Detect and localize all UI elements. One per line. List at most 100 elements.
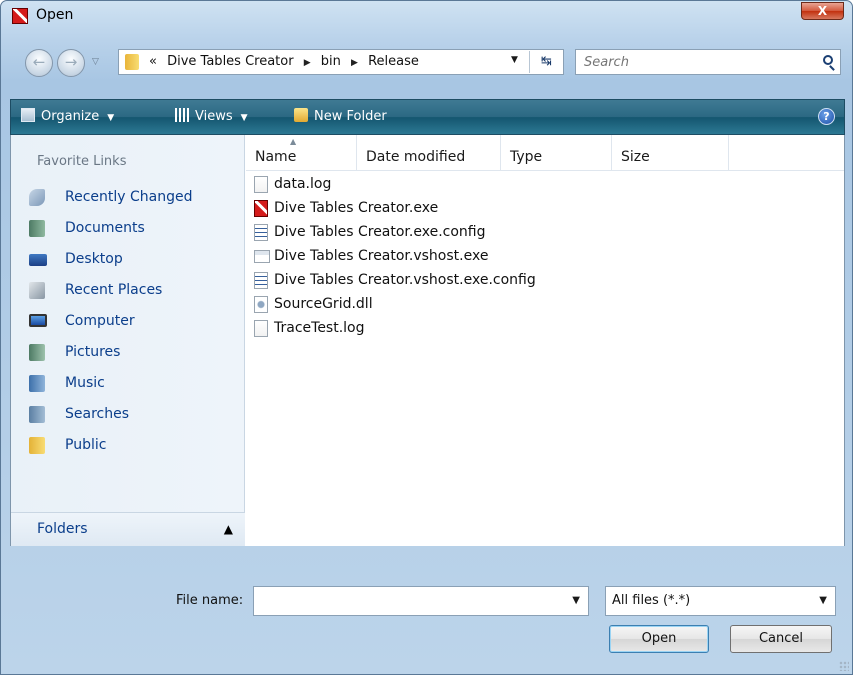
address-dropdown-icon[interactable]: ▼ [511,55,518,65]
breadcrumb-item[interactable]: Release [368,54,419,69]
file-item[interactable]: data.log [252,173,832,197]
views-label: Views [195,109,233,124]
breadcrumb-overflow[interactable]: « [149,54,157,69]
app-icon [12,8,28,24]
desktop-icon [29,254,47,266]
documents-icon [29,220,45,237]
file-list-pane: ▲ Name Date modified Type Size data.log … [246,135,844,546]
recent-places-icon [29,282,45,299]
nav-item-label: Searches [65,406,130,422]
navigation-pane: Favorite Links Recently Changed Document… [11,135,245,546]
file-type-value: All files (*.*) [612,593,691,608]
breadcrumb: « Dive Tables Creator ▶ bin ▶ Release [149,54,419,69]
title-bar: Open X [1,1,852,31]
file-item[interactable]: TraceTest.log [252,317,832,341]
views-button[interactable]: Views ▼ [175,108,248,124]
file-name-label: File name: [176,593,244,608]
chevron-down-icon: ▼ [107,113,115,123]
chevron-down-icon[interactable]: ▼ [819,595,827,606]
nav-item-recent-places[interactable]: Recent Places [29,280,239,311]
nav-item-recently-changed[interactable]: Recently Changed [29,187,239,218]
config-file-icon [254,272,268,289]
column-header-size[interactable]: Size [612,135,729,171]
breadcrumb-separator-icon[interactable]: ▶ [304,58,311,68]
folders-toggle-bar[interactable]: Folders ▲ [11,512,245,546]
dialog-content: Favorite Links Recently Changed Document… [10,135,845,546]
help-icon[interactable]: ? [818,108,835,125]
nav-item-label: Computer [65,313,135,329]
breadcrumb-item[interactable]: Dive Tables Creator [167,54,293,69]
search-box[interactable] [575,49,841,75]
favorite-links-list: Recently Changed Documents Desktop Recen… [29,187,239,466]
file-name: Dive Tables Creator.vshost.exe.config [274,272,536,288]
command-bar: Organize ▼ Views ▼ New Folder ? [10,99,845,135]
nav-item-label: Public [65,437,107,453]
vshost-exe-icon [254,250,270,263]
new-folder-button[interactable]: New Folder [294,108,387,124]
nav-item-desktop[interactable]: Desktop [29,249,239,280]
column-header-name[interactable]: ▲ Name [246,135,357,171]
file-item[interactable]: Dive Tables Creator.exe [252,197,832,221]
refresh-button[interactable]: ↹ [529,51,563,73]
folders-label: Folders [37,521,88,537]
file-name-combobox[interactable]: ▼ [253,586,589,616]
nav-item-label: Recently Changed [65,189,193,205]
column-header-label: Name [255,149,297,165]
new-folder-label: New Folder [314,109,387,124]
file-type-select[interactable]: All files (*.*) ▼ [605,586,836,616]
sort-ascending-icon: ▲ [290,137,297,146]
breadcrumb-item[interactable]: bin [321,54,341,69]
computer-icon [29,314,47,327]
recent-pages-dropdown-icon[interactable]: ▽ [92,57,99,67]
column-header-date-modified[interactable]: Date modified [357,135,501,171]
breadcrumb-separator-icon[interactable]: ▶ [351,58,358,68]
cancel-button[interactable]: Cancel [730,625,832,653]
file-item[interactable]: Dive Tables Creator.vshost.exe [252,245,832,269]
views-icon [175,108,189,122]
nav-item-pictures[interactable]: Pictures [29,342,239,373]
file-name: data.log [274,176,332,192]
public-folder-icon [29,437,45,454]
log-file-icon [254,320,268,337]
nav-item-label: Desktop [65,251,123,267]
back-button[interactable]: ← [25,49,53,77]
organize-button[interactable]: Organize ▼ [21,108,114,124]
search-icon[interactable] [823,55,833,65]
address-bar[interactable]: « Dive Tables Creator ▶ bin ▶ Release ▼ … [118,49,564,75]
file-item[interactable]: Dive Tables Creator.exe.config [252,221,832,245]
organize-icon [21,108,35,122]
log-file-icon [254,176,268,193]
resize-grip-icon[interactable] [839,661,849,671]
chevron-up-icon[interactable]: ▲ [224,522,233,536]
chevron-down-icon[interactable]: ▼ [572,595,580,606]
nav-item-label: Recent Places [65,282,163,298]
search-input[interactable] [584,53,804,71]
nav-item-searches[interactable]: Searches [29,404,239,435]
nav-item-label: Music [65,375,105,391]
nav-item-documents[interactable]: Documents [29,218,239,249]
file-item[interactable]: Dive Tables Creator.vshost.exe.config [252,269,832,293]
searches-icon [29,406,45,423]
nav-item-public[interactable]: Public [29,435,239,466]
file-name: SourceGrid.dll [274,296,373,312]
file-name-input[interactable] [260,592,560,610]
forward-button[interactable]: → [57,49,85,77]
navigation-bar: ← → ▽ « Dive Tables Creator ▶ bin ▶ Rele… [1,45,852,79]
recently-changed-icon [29,189,45,206]
file-name: Dive Tables Creator.exe.config [274,224,486,240]
nav-item-computer[interactable]: Computer [29,311,239,342]
close-button[interactable]: X [801,2,844,20]
column-header-row: ▲ Name Date modified Type Size [246,135,844,171]
favorite-links-heading: Favorite Links [37,154,127,169]
nav-item-music[interactable]: Music [29,373,239,404]
organize-label: Organize [41,109,100,124]
open-button[interactable]: Open [609,625,709,653]
new-folder-icon [294,108,308,122]
file-item[interactable]: SourceGrid.dll [252,293,832,317]
file-name: Dive Tables Creator.vshost.exe [274,248,489,264]
chevron-down-icon: ▼ [240,113,248,123]
nav-item-label: Pictures [65,344,121,360]
pictures-icon [29,344,45,361]
column-header-type[interactable]: Type [501,135,612,171]
open-dialog: Open X ← → ▽ « Dive Tables Creator ▶ bin… [0,0,853,675]
